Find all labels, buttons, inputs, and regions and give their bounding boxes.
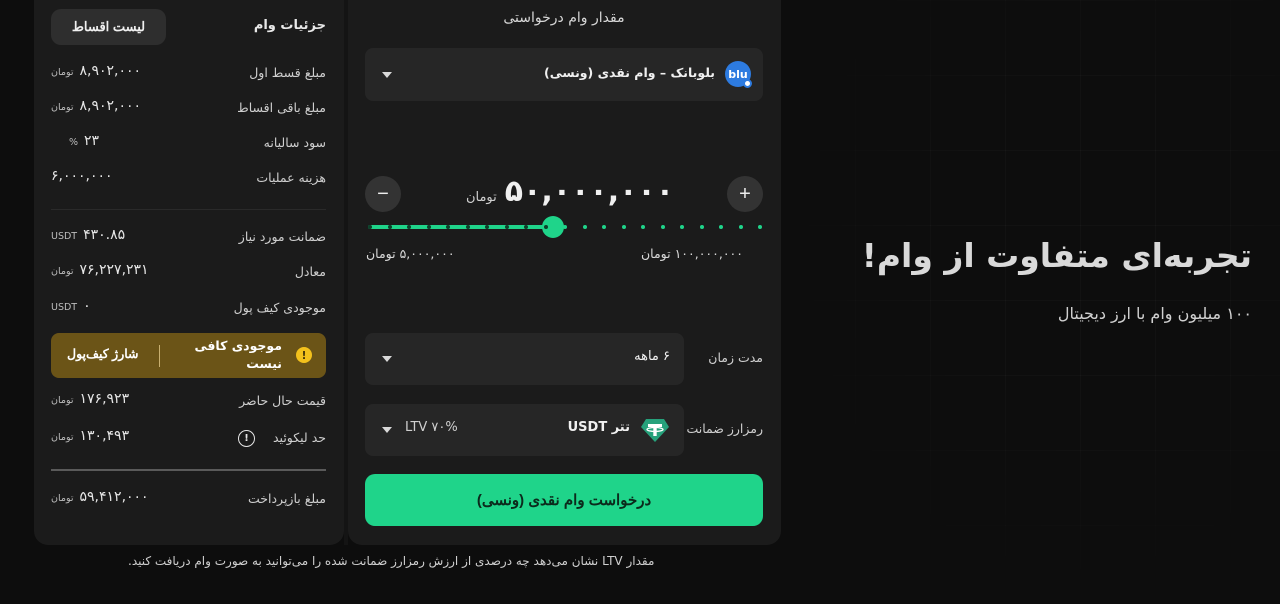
- detail-unit: تومان: [51, 67, 74, 78]
- insufficient-balance-alert: ! موجودی کافی نیست شارژ کیف‌پول: [51, 333, 326, 378]
- hero-subtitle: ۱۰۰ میلیون وام با ارز دیجیتال: [1057, 304, 1252, 323]
- detail-unit: تومان: [51, 432, 74, 443]
- detail-row-current-price: قیمت حال حاضر تومان ۱۷۶,۹۲۳: [51, 391, 326, 411]
- ltv-value: LTV ۷۰%: [405, 420, 458, 435]
- slider-step-dot: [602, 225, 606, 229]
- section-divider: [51, 209, 326, 210]
- card-divider: [344, 0, 348, 545]
- detail-row-equivalent: معادل تومان ۷۶,۲۲۷,۲۳۱: [51, 262, 326, 282]
- collateral-select[interactable]: تتر USDT LTV ۷۰%: [365, 404, 684, 456]
- slider-step-dot: [680, 225, 684, 229]
- warning-divider: [159, 345, 160, 367]
- charge-wallet-button[interactable]: شارژ کیف‌پول: [67, 346, 139, 361]
- slider-step-dot: [758, 225, 762, 229]
- background-grid: [780, 0, 1280, 604]
- detail-row-repayment-amount: مبلغ بازپرداخت تومان ۵۹,۴۱۲,۰۰۰: [51, 489, 326, 509]
- detail-value: ۷۶,۲۲۷,۲۳۱: [79, 262, 149, 278]
- request-title: مقدار وام درخواستی: [503, 10, 625, 26]
- hero-title: تجربه‌ای متفاوت از وام!: [861, 236, 1252, 275]
- duration-select[interactable]: ۶ ماهه: [365, 333, 684, 385]
- slider-step-dot: [524, 225, 528, 229]
- slider-step-dot: [700, 225, 704, 229]
- slider-max-label: ۱۰۰,۰۰۰,۰۰۰ تومان: [641, 246, 743, 261]
- detail-value: ۶,۰۰۰,۰۰۰: [51, 168, 113, 184]
- detail-unit: تومان: [51, 395, 74, 406]
- detail-label: سود سالیانه: [263, 135, 326, 150]
- detail-value: ۸,۹۰۲,۰۰۰: [79, 98, 142, 114]
- detail-label: موجودی کیف پول: [233, 300, 326, 315]
- section-divider-strong: [51, 469, 326, 471]
- detail-value: ۴۳۰.۸۵: [83, 227, 126, 243]
- chevron-down-icon: [382, 356, 392, 362]
- detail-row-required-collateral: ضمانت مورد نیاز USDT ۴۳۰.۸۵: [51, 227, 326, 247]
- detail-unit: تومان: [51, 266, 74, 277]
- blubank-logo-icon: blu: [725, 61, 752, 88]
- increase-amount-button[interactable]: +: [727, 176, 763, 212]
- slider-step-dot: [505, 225, 509, 229]
- detail-label: حد لیکوئید: [272, 430, 326, 445]
- detail-row-wallet-balance: موجودی کیف پول USDT ۰: [51, 298, 326, 318]
- detail-label: مبلغ بازپرداخت: [248, 491, 326, 506]
- detail-value: ۲۳: [84, 133, 100, 149]
- amount-unit: تومان: [465, 190, 497, 205]
- detail-value: ۱۳۰,۴۹۳: [79, 428, 130, 444]
- collateral-label: رمزارز ضمانت: [686, 421, 763, 436]
- slider-step-dot: [388, 225, 392, 229]
- slider-step-dot: [466, 225, 470, 229]
- detail-label: مبلغ قسط اول: [249, 65, 326, 80]
- detail-value: ۵۹,۴۱۲,۰۰۰: [79, 489, 149, 505]
- installments-list-button[interactable]: لیست اقساط: [51, 9, 166, 45]
- duration-label: مدت زمان: [708, 350, 763, 365]
- slider-step-dot: [622, 225, 626, 229]
- detail-label: قیمت حال حاضر: [239, 393, 326, 408]
- detail-unit: USDT: [51, 302, 78, 313]
- warning-icon: !: [296, 347, 312, 363]
- bank-select[interactable]: blu بلوبانک – وام نقدی (ونسی): [365, 48, 763, 101]
- decrease-amount-button[interactable]: −: [365, 176, 401, 212]
- slider-step-dot: [661, 225, 665, 229]
- slider-step-dot: [583, 225, 587, 229]
- slider-step-dot: [368, 225, 372, 229]
- ltv-footnote: مقدار LTV نشان می‌دهد چه درصدی از ارزش ر…: [128, 554, 655, 568]
- detail-unit: USDT: [51, 231, 78, 242]
- slider-step-dot: [446, 225, 450, 229]
- detail-unit: %: [69, 137, 79, 148]
- amount-value: ۵۰,۰۰۰,۰۰۰: [504, 174, 675, 209]
- detail-label: معادل: [294, 264, 326, 279]
- detail-label: هزینه عملیات: [256, 170, 326, 185]
- chevron-down-icon: [382, 72, 392, 78]
- bank-select-label: بلوبانک – وام نقدی (ونسی): [543, 65, 715, 80]
- detail-row-liquidation-limit: حد لیکوئید تومان ۱۳۰,۴۹۳: [51, 428, 326, 448]
- amount-display: ۵۰,۰۰۰,۰۰۰ تومان: [420, 174, 720, 214]
- slider-step-dot: [719, 225, 723, 229]
- tether-icon: [640, 417, 670, 443]
- detail-value: ۸,۹۰۲,۰۰۰: [79, 63, 142, 79]
- detail-value: ۰: [83, 298, 91, 314]
- slider-step-dot: [427, 225, 431, 229]
- detail-unit: تومان: [51, 102, 74, 113]
- detail-value: ۱۷۶,۹۲۳: [79, 391, 130, 407]
- detail-unit: تومان: [51, 493, 74, 504]
- liquidation-info-icon[interactable]: !: [238, 430, 255, 447]
- slider-step-dot: [407, 225, 411, 229]
- detail-row-remaining-installments: مبلغ باقی اقساط تومان ۸,۹۰۲,۰۰۰: [51, 98, 326, 118]
- chevron-down-icon: [382, 427, 392, 433]
- slider-min-label: ۵,۰۰۰,۰۰۰ تومان: [366, 246, 455, 261]
- detail-row-annual-interest: سود سالیانه % ۲۳: [51, 133, 326, 153]
- details-title: جزئیات وام: [253, 18, 326, 33]
- detail-row-first-installment: مبلغ قسط اول تومان ۸,۹۰۲,۰۰۰: [51, 63, 326, 83]
- detail-row-operation-fee: هزینه عملیات ۶,۰۰۰,۰۰۰: [51, 168, 326, 188]
- slider-step-dot: [485, 225, 489, 229]
- warning-text: موجودی کافی نیست: [194, 338, 282, 371]
- submit-loan-request-button[interactable]: درخواست وام نقدی (ونسی): [365, 474, 763, 526]
- slider-step-dot: [641, 225, 645, 229]
- slider-step-dot: [739, 225, 743, 229]
- detail-label: ضمانت مورد نیاز: [238, 229, 326, 244]
- duration-value: ۶ ماهه: [634, 349, 670, 364]
- collateral-value: تتر USDT: [567, 420, 630, 435]
- amount-slider[interactable]: [368, 216, 762, 238]
- slider-step-dot: [544, 225, 548, 229]
- detail-label: مبلغ باقی اقساط: [237, 100, 326, 115]
